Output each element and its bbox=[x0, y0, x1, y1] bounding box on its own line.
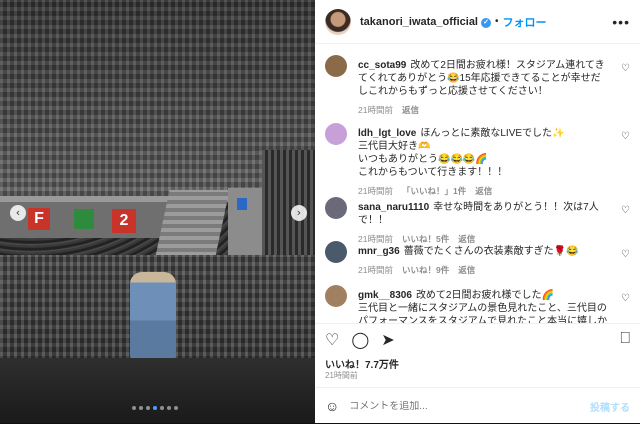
comment-like-icon[interactable]: ♡ bbox=[621, 293, 630, 304]
commenter-avatar[interactable] bbox=[325, 55, 347, 77]
post-timestamp: 21時間前 bbox=[325, 371, 358, 380]
performer bbox=[130, 272, 176, 360]
commenter-avatar[interactable] bbox=[325, 123, 347, 145]
comment-meta: 21時間前 いいね！9件 返信 bbox=[358, 264, 608, 277]
floor-sign-2: 2 bbox=[112, 209, 136, 233]
reply-button[interactable]: 返信 bbox=[402, 104, 419, 117]
comment-like-icon[interactable]: ♡ bbox=[621, 249, 630, 260]
exit-sign bbox=[74, 209, 94, 229]
comment-body: sana_naru1110 幸せな時間をありがとう！！次は7人で！！ 21時間前 いい… bbox=[358, 201, 608, 246]
post-actions: ♡ ◯ ➤ ⎕ いいね！7.7万件 21時間前 ☺ 投稿する bbox=[315, 323, 640, 423]
author-name-group: takanori_iwata_official ✓ bbox=[360, 16, 491, 28]
next-photo-button[interactable]: › bbox=[291, 205, 307, 221]
comment-text-block: cc_sota99 改めて2日間お疲れ様！スタジアム連れてきてくれてありがとう😂1… bbox=[358, 59, 608, 98]
commenter-username[interactable]: sana_naru1110 bbox=[358, 202, 429, 213]
accessibility-sign bbox=[237, 198, 247, 210]
comment-icon[interactable]: ◯ bbox=[351, 330, 369, 350]
comment-meta: 21時間前 「いいね！」1件 返信 bbox=[358, 185, 608, 198]
comment-time: 21時間前 bbox=[358, 105, 393, 115]
reply-button[interactable]: 返信 bbox=[475, 185, 492, 198]
comment-likes[interactable]: 「いいね！」1件 bbox=[402, 185, 466, 198]
comment-text-block: ldh_lgt_love ほんっとに素敵なLIVEでした✨ 三代目大好き🫶 いつも… bbox=[358, 127, 608, 179]
instagram-post-modal: F 2 ‹ › takanori_iwata_official ✓ • フォロー … bbox=[0, 0, 640, 423]
carousel-dot bbox=[167, 406, 171, 410]
comment-body: ldh_lgt_love ほんっとに素敵なLIVEでした✨ 三代目大好き🫶 いつも… bbox=[358, 127, 608, 198]
commenter-avatar[interactable] bbox=[325, 197, 347, 219]
comment-list[interactable]: cc_sota99 改めて2日間お疲れ様！スタジアム連れてきてくれてありがとう😂1… bbox=[315, 45, 640, 323]
author-avatar[interactable] bbox=[325, 8, 351, 35]
commenter-username[interactable]: cc_sota99 bbox=[358, 60, 406, 71]
likes-count[interactable]: いいね！7.7万件 bbox=[325, 356, 399, 371]
comment-body: mnr_g36 薔薇でたくさんの衣装素敵すぎた🌹😂 21時間前 いいね！9件 返信 bbox=[358, 245, 608, 277]
more-options-icon[interactable]: ••• bbox=[612, 14, 630, 30]
carousel-dot bbox=[139, 406, 143, 410]
comment-like-icon[interactable]: ♡ bbox=[621, 63, 630, 74]
floor-sign-f: F bbox=[28, 208, 50, 230]
carousel-dot bbox=[146, 406, 150, 410]
add-comment-bar: ☺ 投稿する bbox=[315, 387, 640, 424]
action-icons: ♡ ◯ ➤ bbox=[325, 330, 395, 350]
commenter-username[interactable]: ldh_lgt_love bbox=[358, 128, 416, 139]
comment-time: 21時間前 bbox=[358, 265, 393, 275]
author-username[interactable]: takanori_iwata_official bbox=[360, 16, 478, 28]
comment-like-icon[interactable]: ♡ bbox=[621, 205, 630, 216]
carousel-dot bbox=[160, 406, 164, 410]
emoji-icon[interactable]: ☺ bbox=[325, 398, 339, 414]
comment-meta: 21時間前 返信 bbox=[358, 104, 608, 117]
stage bbox=[0, 358, 315, 423]
like-icon[interactable]: ♡ bbox=[325, 330, 339, 350]
comment-likes[interactable]: いいね！9件 bbox=[402, 264, 449, 277]
verified-badge-icon: ✓ bbox=[481, 17, 491, 28]
post-photo: F 2 ‹ › bbox=[0, 0, 315, 423]
share-icon[interactable]: ➤ bbox=[381, 330, 394, 350]
comment-text-block: mnr_g36 薔薇でたくさんの衣装素敵すぎた🌹😂 bbox=[358, 245, 608, 258]
comment-body: cc_sota99 改めて2日間お疲れ様！スタジアム連れてきてくれてありがとう😂1… bbox=[358, 59, 608, 117]
follow-button[interactable]: フォロー bbox=[503, 14, 547, 30]
carousel-dot bbox=[132, 406, 136, 410]
comment-text-block: sana_naru1110 幸せな時間をありがとう！！次は7人で！！ bbox=[358, 201, 608, 227]
reply-button[interactable]: 返信 bbox=[458, 264, 475, 277]
post-comment-button[interactable]: 投稿する bbox=[590, 399, 630, 414]
comment-like-icon[interactable]: ♡ bbox=[621, 131, 630, 142]
carousel-indicator bbox=[132, 406, 178, 410]
commenter-username[interactable]: mnr_g36 bbox=[358, 246, 400, 257]
post-header: takanori_iwata_official ✓ • フォロー ••• bbox=[315, 0, 640, 44]
comment-body: gmk__8306 改めて2日間お疲れ様でした🌈 三代目と一緒にスタジアムの景色見… bbox=[358, 289, 608, 323]
comment-text-block: gmk__8306 改めて2日間お疲れ様でした🌈 三代目と一緒にスタジアムの景色見… bbox=[358, 289, 608, 323]
previous-photo-button[interactable]: ‹ bbox=[10, 205, 26, 221]
commenter-avatar[interactable] bbox=[325, 241, 347, 263]
post-side-panel: takanori_iwata_official ✓ • フォロー ••• cc_s… bbox=[315, 0, 640, 423]
bookmark-icon[interactable]: ⎕ bbox=[620, 330, 630, 348]
comment-text: 薔薇でたくさんの衣装素敵すぎた🌹😂 bbox=[403, 246, 579, 257]
comment-input[interactable] bbox=[349, 400, 590, 412]
carousel-dot bbox=[153, 406, 157, 410]
commenter-avatar[interactable] bbox=[325, 285, 347, 307]
header-separator: • bbox=[495, 16, 499, 27]
comment-time: 21時間前 bbox=[358, 186, 393, 196]
commenter-username[interactable]: gmk__8306 bbox=[358, 290, 412, 301]
carousel-dot bbox=[174, 406, 178, 410]
